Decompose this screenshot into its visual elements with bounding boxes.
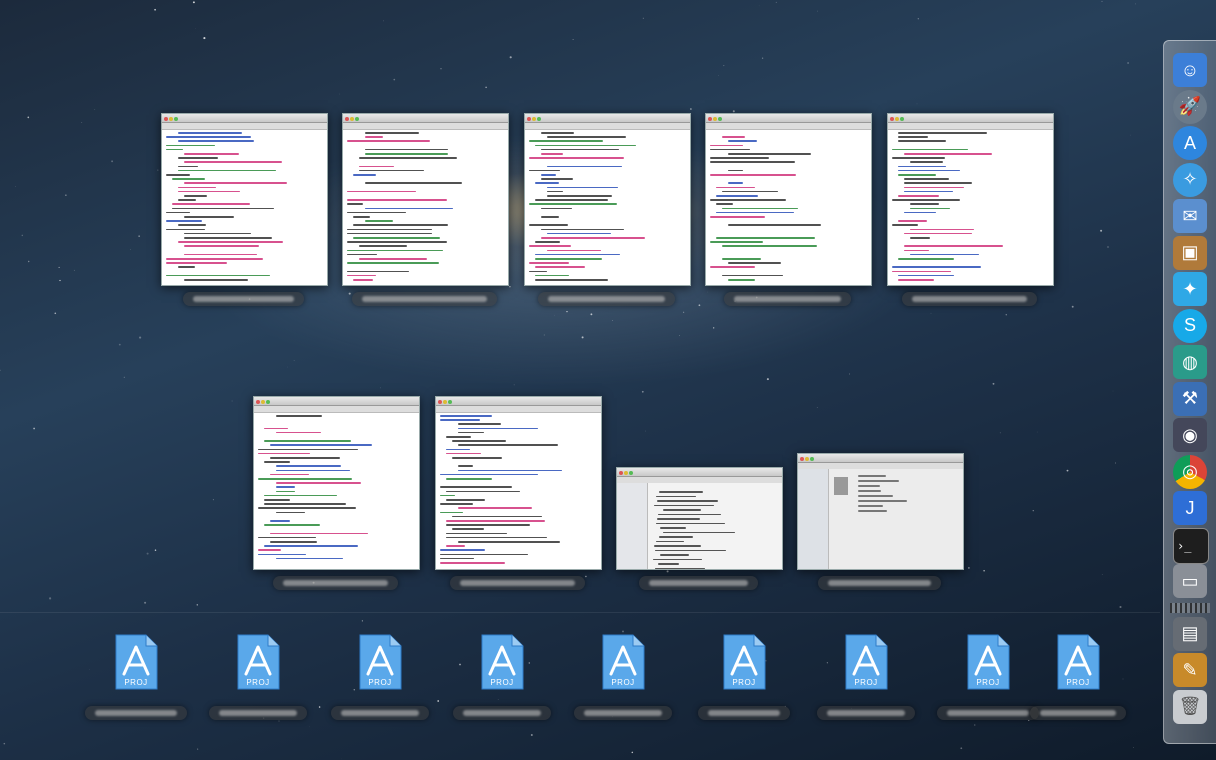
window-title-label xyxy=(723,292,852,306)
xcodeproj-file-icon[interactable]: PROJ xyxy=(966,634,1010,690)
xcodeproj-file-icon[interactable]: PROJ xyxy=(358,634,402,690)
window-titlebar xyxy=(706,114,871,123)
code-content xyxy=(706,129,871,285)
file-name-label xyxy=(330,706,430,720)
window-thumb-5[interactable] xyxy=(887,113,1054,286)
traffic-light-icons xyxy=(800,456,815,464)
app-store-icon[interactable]: A xyxy=(1173,126,1207,160)
proj-badge: PROJ xyxy=(490,678,514,687)
file-name-label xyxy=(816,706,916,720)
proj-badge: PROJ xyxy=(368,678,392,687)
proj-badge: PROJ xyxy=(854,678,878,687)
file-name-label xyxy=(453,706,551,720)
window-thumb-8[interactable] xyxy=(616,467,783,570)
window-titlebar xyxy=(436,397,601,406)
safari-icon[interactable]: ✧ xyxy=(1173,162,1207,197)
window-thumb-9[interactable] xyxy=(797,453,964,570)
code-content xyxy=(343,129,508,285)
xcodeproj-file-icon[interactable]: PROJ xyxy=(114,634,158,690)
proj-badge: PROJ xyxy=(124,678,148,687)
window-title-label xyxy=(538,292,675,306)
launchpad-icon[interactable]: 🚀 xyxy=(1173,89,1207,124)
window-titlebar xyxy=(525,114,690,123)
proj-badge: PROJ xyxy=(732,678,756,687)
file-name-label xyxy=(84,706,188,720)
traffic-light-icons xyxy=(527,116,542,124)
window-title-label xyxy=(450,576,585,590)
window-title-label xyxy=(352,292,497,306)
proj-badge: PROJ xyxy=(611,678,635,687)
window-titlebar xyxy=(798,454,963,463)
terminal-icon[interactable]: ›_ xyxy=(1173,527,1209,564)
window-title-label xyxy=(818,576,941,590)
twitter-icon[interactable]: ✦ xyxy=(1173,272,1207,306)
preview-icon[interactable]: ▣ xyxy=(1173,235,1207,270)
window-thumb-4[interactable] xyxy=(705,113,872,286)
window-titlebar xyxy=(162,114,327,123)
xcodeproj-file-icon[interactable]: PROJ xyxy=(480,634,524,690)
window-thumb-1[interactable] xyxy=(161,113,328,286)
wireshark-icon[interactable]: ◍ xyxy=(1173,345,1207,379)
window-thumb-6[interactable] xyxy=(253,396,420,570)
traffic-light-icons xyxy=(345,116,360,124)
code-content xyxy=(798,469,963,569)
traffic-light-icons xyxy=(619,470,634,478)
code-content xyxy=(888,129,1053,285)
code-content xyxy=(525,129,690,285)
intellij-icon[interactable]: J xyxy=(1173,491,1207,525)
alfred-icon[interactable]: ◉ xyxy=(1173,418,1207,452)
proj-badge: PROJ xyxy=(1066,678,1090,687)
file-name-label xyxy=(698,706,790,720)
window-thumb-2[interactable] xyxy=(342,113,509,286)
window-icon[interactable]: ▭ xyxy=(1173,564,1207,598)
dock-separator xyxy=(1170,602,1210,613)
window-titlebar xyxy=(617,468,782,477)
window-titlebar xyxy=(343,114,508,123)
window-title-label xyxy=(901,292,1038,306)
code-content xyxy=(436,412,601,569)
xcodeproj-file-icon[interactable]: PROJ xyxy=(722,634,766,690)
file-name-label xyxy=(573,706,672,720)
window-thumb-3[interactable] xyxy=(524,113,691,286)
window-title-label xyxy=(183,292,304,306)
proj-badge: PROJ xyxy=(976,678,1000,687)
proj-badge: PROJ xyxy=(246,678,270,687)
traffic-light-icons xyxy=(438,399,453,407)
window-titlebar xyxy=(888,114,1053,123)
code-content xyxy=(162,129,327,285)
window-titlebar xyxy=(254,397,419,406)
finder-icon[interactable]: ☺ xyxy=(1173,53,1207,87)
xcodeproj-file-icon[interactable]: PROJ xyxy=(601,634,645,690)
file-name-label xyxy=(936,706,1040,720)
xcodeproj-file-icon[interactable]: PROJ xyxy=(844,634,888,690)
skype-icon[interactable]: S xyxy=(1173,308,1207,343)
code-content xyxy=(254,412,419,569)
applications-stack-icon[interactable]: ✎ xyxy=(1173,653,1207,687)
traffic-light-icons xyxy=(256,399,271,407)
trash-icon[interactable]: 🗑 xyxy=(1173,689,1207,724)
window-title-label xyxy=(272,576,399,590)
xcodeproj-file-icon[interactable]: PROJ xyxy=(1056,634,1100,690)
xcode-icon[interactable]: ⚒ xyxy=(1173,381,1207,416)
chrome-icon[interactable]: ◎ xyxy=(1173,454,1207,489)
file-name-label xyxy=(209,706,307,720)
dock: ☺ 🚀 A ✧ ✉ ▣ ✦ S ◍ ⚒ ◉ ◎ J ›_ ▭ ▤ ✎ 🗑 xyxy=(1163,40,1216,744)
mail-icon[interactable]: ✉ xyxy=(1173,199,1207,233)
file-name-label xyxy=(1030,706,1126,720)
window-title-label xyxy=(639,576,758,590)
traffic-light-icons xyxy=(890,116,905,124)
downloads-stack-icon[interactable]: ▤ xyxy=(1173,616,1207,651)
traffic-light-icons xyxy=(164,116,179,124)
xcodeproj-file-icon[interactable]: PROJ xyxy=(236,634,280,690)
traffic-light-icons xyxy=(708,116,723,124)
ide-content xyxy=(617,483,782,569)
shelf-divider xyxy=(0,612,1160,613)
window-thumb-7[interactable] xyxy=(435,396,602,570)
